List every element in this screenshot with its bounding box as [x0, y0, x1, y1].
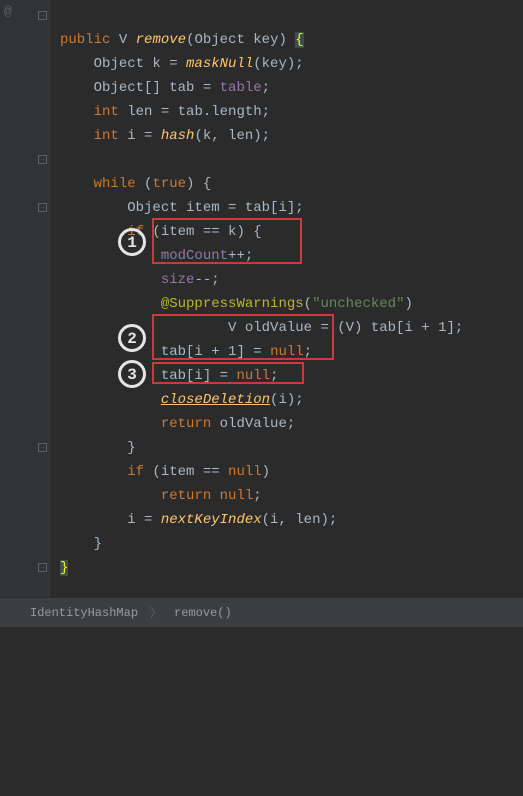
code-editor[interactable]: @ − − − − − public V remove(Object key) … [0, 0, 523, 597]
chevron-right-icon: 〉 [144, 604, 168, 621]
fold-icon[interactable]: − [38, 203, 47, 212]
code-line: modCount++; [60, 248, 253, 264]
gutter-at: @ [4, 4, 12, 19]
code-line: V oldValue = (V) tab[i + 1]; [60, 320, 463, 336]
code-line: @SuppressWarnings("unchecked") [60, 296, 413, 312]
code-line: int i = hash(k, len); [60, 128, 270, 144]
code-line: closeDeletion(i); [60, 392, 304, 408]
code-line [60, 152, 68, 168]
code-line: while (true) { [60, 176, 211, 192]
code-area[interactable]: public V remove(Object key) { Object k =… [50, 0, 463, 597]
code-line: tab[i + 1] = null; [60, 344, 312, 360]
fold-icon[interactable]: − [38, 155, 47, 164]
code-line: int len = tab.length; [60, 104, 270, 120]
code-line: public V remove(Object key) { [60, 32, 304, 48]
code-line: tab[i] = null; [60, 368, 278, 384]
fold-icon[interactable]: − [38, 443, 47, 452]
code-line: i = nextKeyIndex(i, len); [60, 512, 337, 528]
code-line: if (item == k) { [60, 224, 262, 240]
gutter: @ − − − − − [0, 0, 50, 597]
code-line: } [60, 560, 68, 576]
code-line: return null; [60, 488, 262, 504]
code-line: return oldValue; [60, 416, 295, 432]
fold-icon[interactable]: − [38, 11, 47, 20]
code-line: } [60, 536, 102, 552]
code-line: Object k = maskNull(key); [60, 56, 304, 72]
code-line: } [60, 440, 136, 456]
fold-icon[interactable]: − [38, 563, 47, 572]
breadcrumb-method[interactable]: remove() [168, 606, 238, 620]
code-line: if (item == null) [60, 464, 270, 480]
code-line: Object[] tab = table; [60, 80, 270, 96]
code-line: size--; [60, 272, 220, 288]
code-line: Object item = tab[i]; [60, 200, 304, 216]
